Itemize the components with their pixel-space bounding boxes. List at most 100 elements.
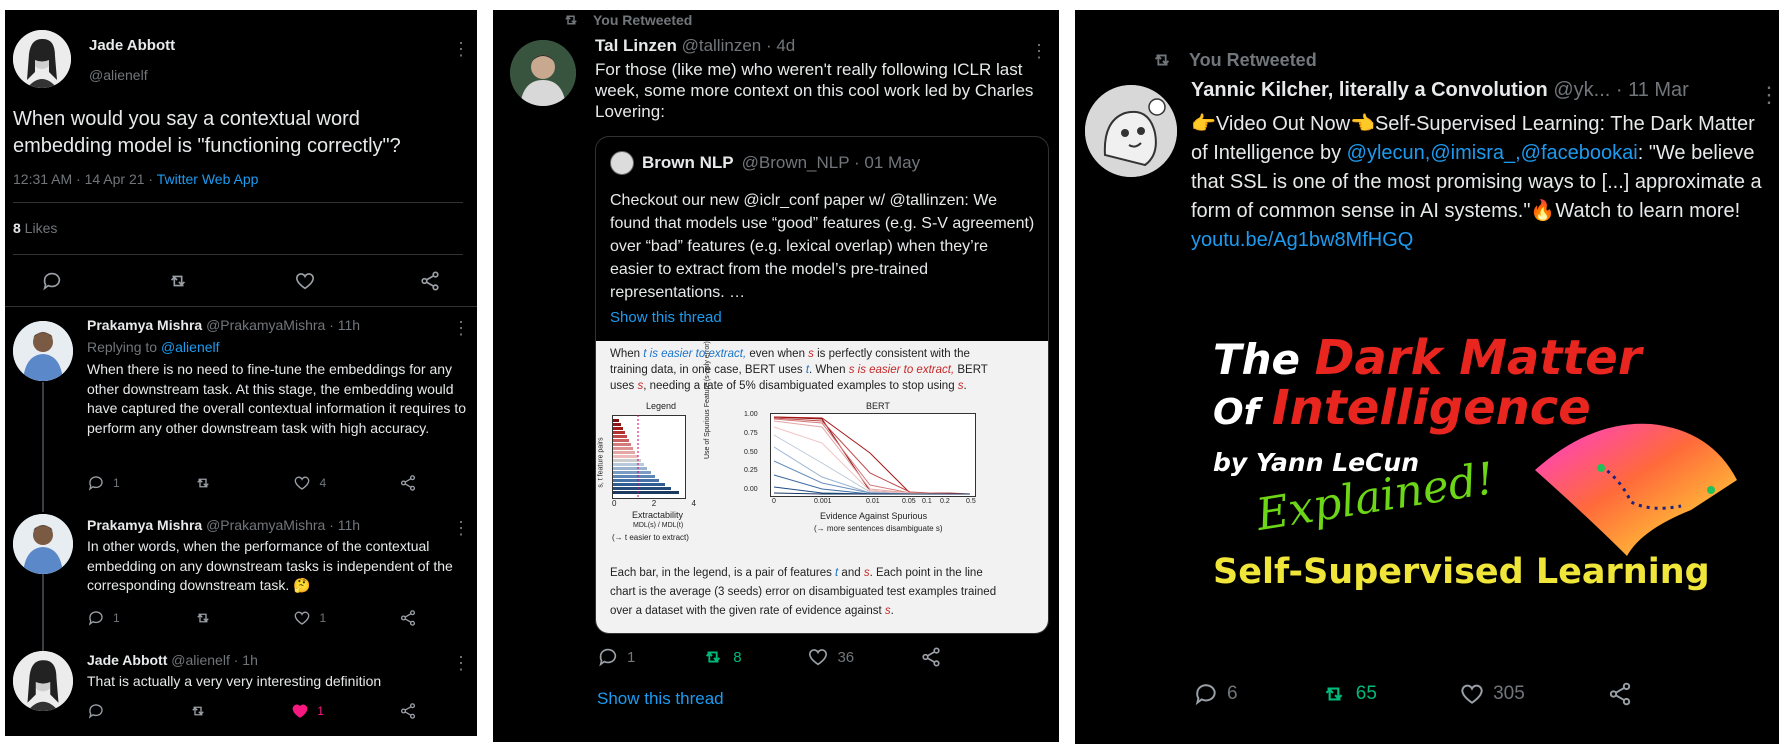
author-name[interactable]: Tal Linzen (595, 36, 677, 55)
quoted-author-name[interactable]: Brown NLP (642, 153, 734, 173)
author-meta: @tallinzen · 4d (681, 36, 796, 55)
legend-bar-chart (612, 415, 686, 499)
reply-button[interactable]: 1 (87, 609, 120, 627)
more-options-icon[interactable]: ⋮ (452, 654, 470, 672)
bert-xlabel: Evidence Against Spurious (820, 511, 928, 521)
like-icon[interactable] (294, 270, 316, 292)
caption-text: and (838, 567, 864, 579)
legend-arrow: (→ t easier to extract) (612, 533, 689, 542)
tweet-header: Yannic Kilcher, literally a Convolution … (1191, 79, 1771, 102)
bert-ytick: 0.00 (744, 486, 758, 493)
like-button[interactable]: 1 (293, 609, 326, 627)
retweet-count: 65 (1355, 683, 1377, 704)
bert-xtick: 0.05 (902, 498, 916, 505)
bert-xticks: 0 0.001 0.01 0.05 0.1 0.2 0.5 (770, 498, 980, 508)
legend-xticks: 0 2 4 (612, 499, 696, 508)
retweet-button[interactable] (193, 474, 221, 492)
like-button[interactable]: 4 (293, 474, 326, 492)
avatar-jade-abbott[interactable] (13, 651, 73, 711)
likes-label: Likes (20, 220, 58, 236)
more-options-icon[interactable]: ⋮ (1758, 84, 1779, 106)
avatar-prakamya-mishra[interactable] (13, 514, 73, 574)
avatar-yannic-kilcher[interactable] (1085, 85, 1177, 177)
video-url-link[interactable]: youtu.be/Ag1bw8MfHGQ (1191, 229, 1413, 251)
reply-count: 1 (627, 648, 636, 666)
legend-xtick: 4 (691, 499, 696, 508)
avatar-tal-linzen[interactable] (510, 40, 576, 106)
retweet-context-label: You Retweeted (593, 12, 693, 28)
show-this-thread-link[interactable]: Show this thread (597, 689, 724, 709)
bert-xtick: 0.2 (940, 498, 950, 505)
likes-summary[interactable]: 8 Likes (13, 220, 57, 236)
quoted-show-thread-link[interactable]: Show this thread (610, 309, 722, 326)
legend-title: Legend (646, 401, 677, 411)
reply-author-name[interactable]: Prakamya Mishra (87, 517, 202, 533)
quoted-author-meta: @Brown_NLP · 01 May (741, 153, 921, 172)
share-button[interactable] (399, 474, 417, 492)
share-button[interactable] (399, 609, 417, 627)
retweet-context: You Retweeted (561, 11, 692, 29)
quoted-media-figure[interactable]: When t is easier to extract, even when s… (596, 341, 1048, 633)
more-options-icon[interactable]: ⋮ (452, 319, 470, 337)
reply-author-name[interactable]: Jade Abbott (87, 652, 167, 668)
avatar-brown-nlp[interactable] (610, 151, 634, 175)
retweet-button[interactable] (188, 702, 216, 720)
tweet-panel-tal-linzen: You Retweeted Tal Linzen @tallinzen · 4d… (493, 10, 1059, 742)
reply-meta: @PrakamyaMishra · 11h (206, 317, 361, 333)
share-button[interactable] (399, 702, 417, 720)
quoted-tweet-card[interactable]: Brown NLP @Brown_NLP · 01 May Checkout o… (595, 136, 1049, 634)
retweet-icon[interactable] (166, 270, 190, 292)
reply-meta: @PrakamyaMishra · 11h (206, 517, 361, 533)
reply-meta: @alienelf · 1h (171, 652, 258, 668)
more-options-icon[interactable]: ⋮ (452, 519, 470, 537)
retweet-button-active[interactable]: 65 (1320, 681, 1377, 707)
more-options-icon[interactable]: ⋮ (1030, 42, 1048, 60)
share-button[interactable] (1607, 681, 1633, 707)
replying-to: Replying to @alienelf (87, 339, 220, 355)
source-link[interactable]: Twitter Web App (157, 171, 259, 187)
figure-text-s: s is easier to extract, (848, 364, 955, 376)
tweet-mentions[interactable]: @ylecun,@imisra_,@facebookai (1347, 142, 1638, 164)
caption-text: . (890, 605, 894, 617)
reply-button[interactable] (87, 702, 113, 720)
reply-icon[interactable] (41, 270, 63, 292)
figure-text: . When (809, 364, 849, 376)
reply-header: Prakamya Mishra @PrakamyaMishra · 11h (87, 317, 360, 333)
reply-button[interactable]: 1 (597, 646, 635, 668)
reply-header: Jade Abbott @alienelf · 1h (87, 652, 258, 668)
likes-count: 8 (13, 220, 21, 236)
like-button-liked[interactable]: 1 (291, 702, 324, 720)
reply-button[interactable]: 6 (1193, 681, 1238, 707)
more-options-icon[interactable]: ⋮ (452, 40, 470, 58)
avatar-prakamya-mishra[interactable] (13, 321, 73, 381)
avatar-jade-abbott[interactable] (13, 30, 71, 88)
tweet-actions: 6 65 305 (1193, 681, 1633, 707)
replying-prefix: Replying to (87, 339, 161, 355)
like-count: 36 (837, 648, 855, 666)
like-button[interactable]: 305 (1459, 681, 1525, 707)
retweet-count: 8 (733, 648, 742, 666)
reply-button[interactable]: 1 (87, 474, 120, 492)
tweet-text: When would you say a contextual word emb… (13, 108, 401, 157)
like-count: 1 (319, 611, 327, 625)
retweet-button-active[interactable]: 8 (701, 646, 742, 668)
bert-title: BERT (866, 401, 890, 411)
bert-ytick: 1.00 (744, 411, 758, 418)
retweet-icon (1154, 54, 1170, 66)
author-name[interactable]: Jade Abbott (89, 37, 175, 54)
retweet-button[interactable] (193, 609, 221, 627)
like-count: 4 (319, 476, 327, 490)
author-name[interactable]: Yannic Kilcher, literally a Convolution (1191, 79, 1548, 101)
bert-yticks: 1.00 0.75 0.50 0.25 0.00 (744, 411, 758, 493)
like-button[interactable]: 36 (807, 646, 854, 668)
divider (13, 202, 463, 203)
author-handle[interactable]: @alienelf (89, 67, 148, 83)
reply-author-name[interactable]: Prakamya Mishra (87, 317, 202, 333)
replying-mention[interactable]: @alienelf (161, 339, 220, 355)
bert-xtick: 0.001 (814, 498, 832, 505)
author-meta: @yk... · 11 Mar (1553, 79, 1689, 101)
share-icon[interactable] (419, 270, 441, 292)
video-thumbnail[interactable]: The Dark Matter Of Intelligence by Yann … (1191, 330, 1771, 670)
figure-text: . (963, 380, 967, 392)
share-button[interactable] (920, 646, 942, 668)
